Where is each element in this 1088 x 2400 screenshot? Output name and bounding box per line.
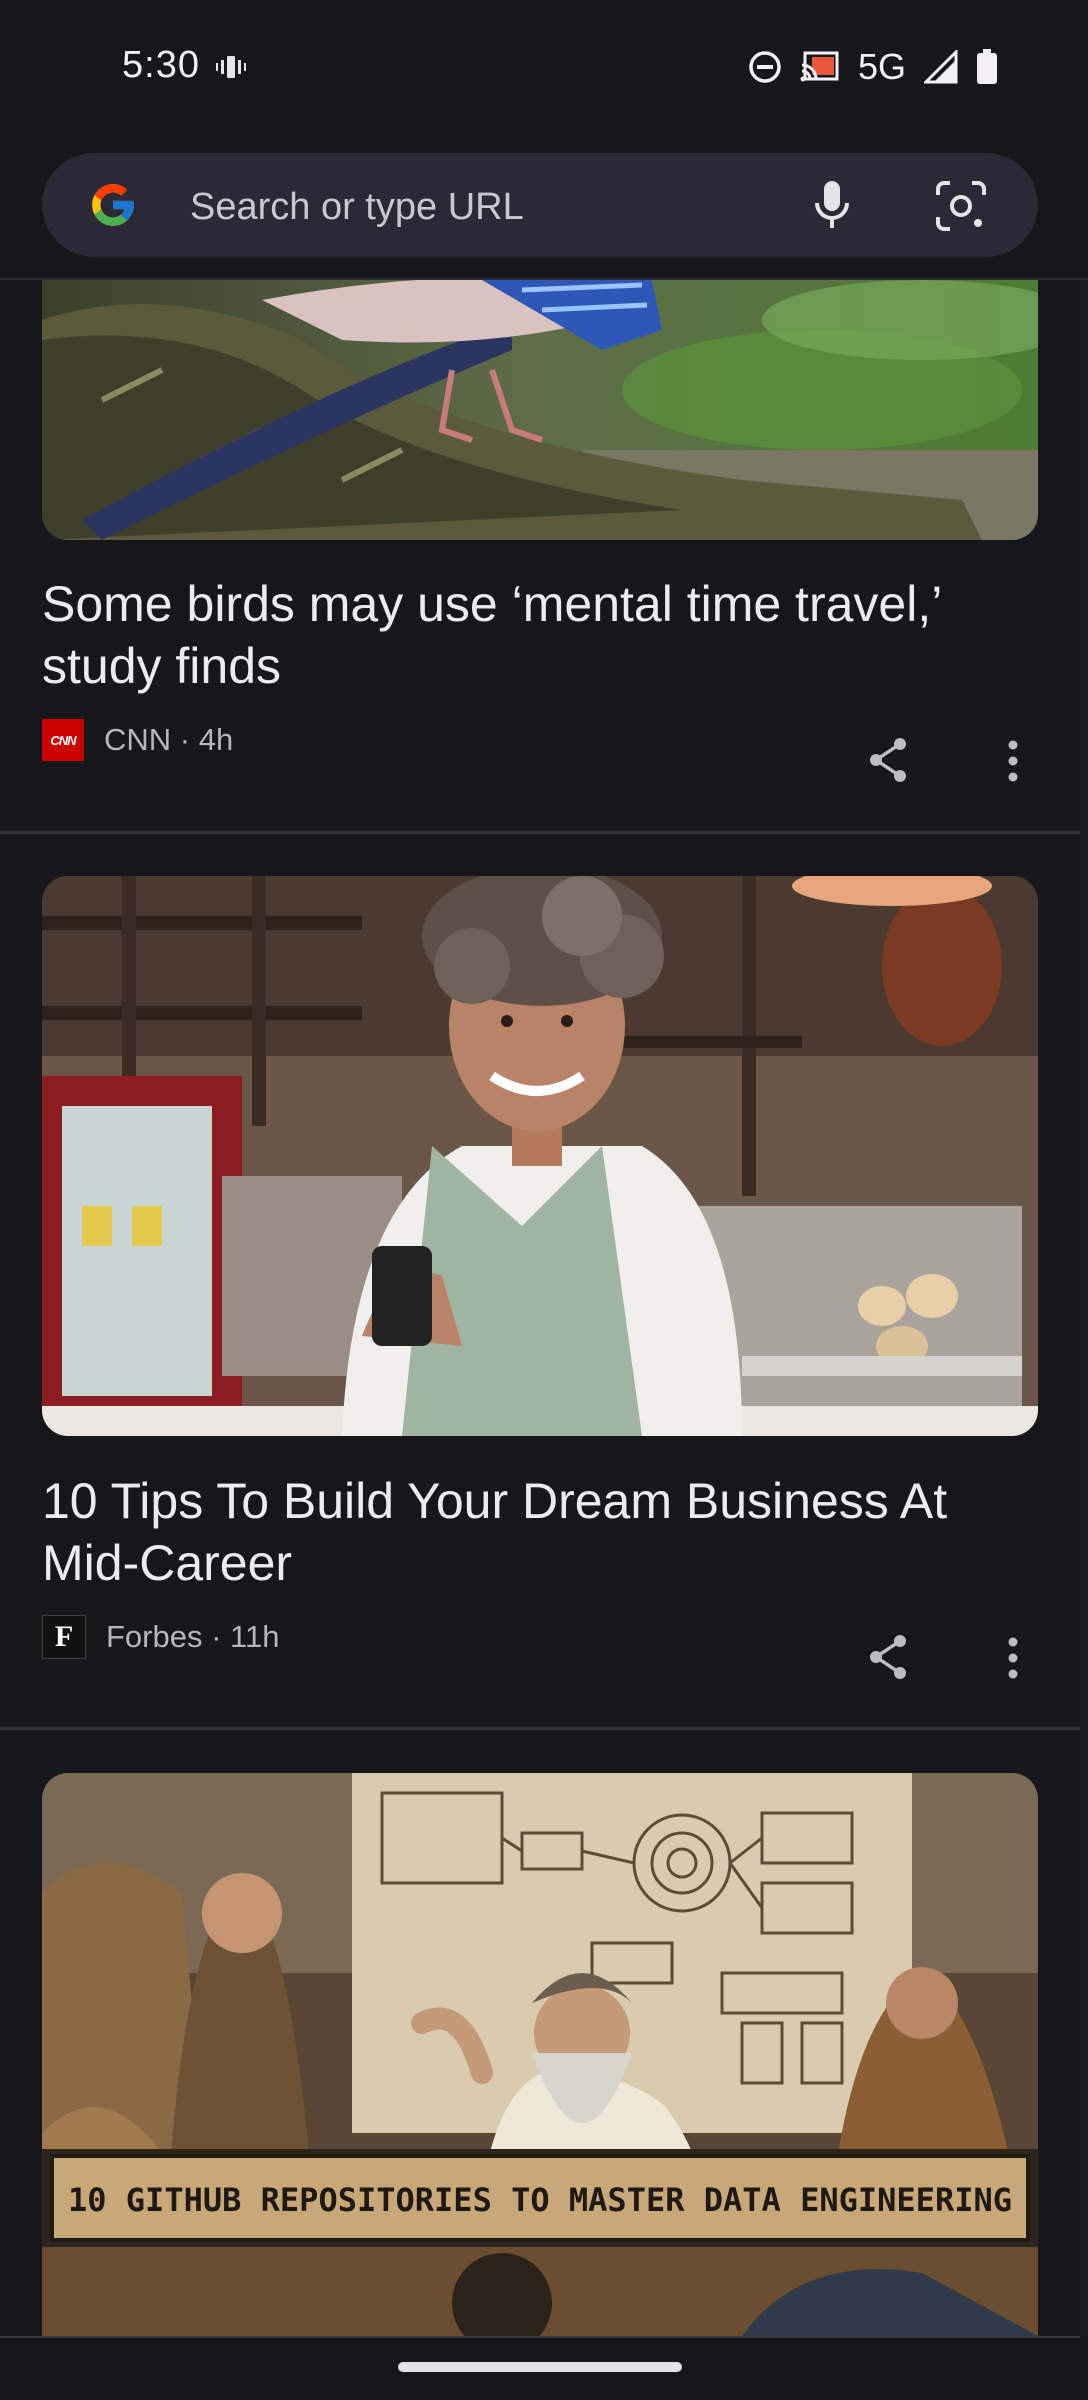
search-bar[interactable]: Search or type URL <box>42 153 1038 257</box>
more-options-icon[interactable] <box>1005 1636 1021 1680</box>
article-image[interactable] <box>42 876 1038 1436</box>
vibrate-icon <box>216 56 246 78</box>
gesture-nav-handle[interactable] <box>398 2362 682 2372</box>
article-title[interactable]: 10 Tips To Build Your Dream Business At … <box>42 1470 1032 1594</box>
status-icons: 5G <box>748 46 998 88</box>
article-title[interactable]: Some birds may use ‘mental time travel,’… <box>42 573 1032 697</box>
mic-icon[interactable] <box>812 177 852 233</box>
card-divider <box>0 1727 1080 1730</box>
image-caption: 10 GITHUB REPOSITORIES TO MASTER DATA EN… <box>68 2181 1012 2219</box>
status-bar: 5:30 5G <box>0 0 1088 140</box>
cafe-image <box>42 876 1038 1436</box>
card-divider <box>0 831 1080 834</box>
lens-icon[interactable] <box>934 179 988 233</box>
network-label: 5G <box>857 46 906 87</box>
news-feed[interactable]: Some birds may use ‘mental time travel,’… <box>0 280 1080 2336</box>
article-source: CNN · 4h <box>104 722 234 757</box>
cast-icon <box>800 51 839 82</box>
share-icon[interactable] <box>866 736 910 784</box>
search-input[interactable]: Search or type URL <box>190 186 524 229</box>
article-source: Forbes · 11h <box>106 1619 280 1654</box>
status-time: 5:30 <box>122 44 200 86</box>
google-logo <box>92 184 134 226</box>
more-options-icon[interactable] <box>1005 739 1021 783</box>
search-toolbar: Search or type URL <box>0 140 1088 280</box>
bird-image <box>42 280 1038 540</box>
do-not-disturb-icon <box>749 51 781 83</box>
forbes-logo: F <box>42 1615 86 1659</box>
battery-icon <box>977 49 997 84</box>
article-image[interactable]: 10 GITHUB REPOSITORIES TO MASTER DATA EN… <box>42 1773 1038 2336</box>
signal-icon <box>924 50 958 84</box>
scroll-edge <box>1080 280 1088 2336</box>
share-icon[interactable] <box>866 1633 910 1681</box>
article-meta: CNN CNN · 4h <box>42 717 233 763</box>
illustration-image: 10 GITHUB REPOSITORIES TO MASTER DATA EN… <box>42 1773 1038 2336</box>
article-meta: F Forbes · 11h <box>42 1614 279 1660</box>
bottom-divider <box>0 2336 1080 2338</box>
cnn-logo: CNN <box>42 719 84 761</box>
article-image[interactable] <box>42 280 1038 540</box>
